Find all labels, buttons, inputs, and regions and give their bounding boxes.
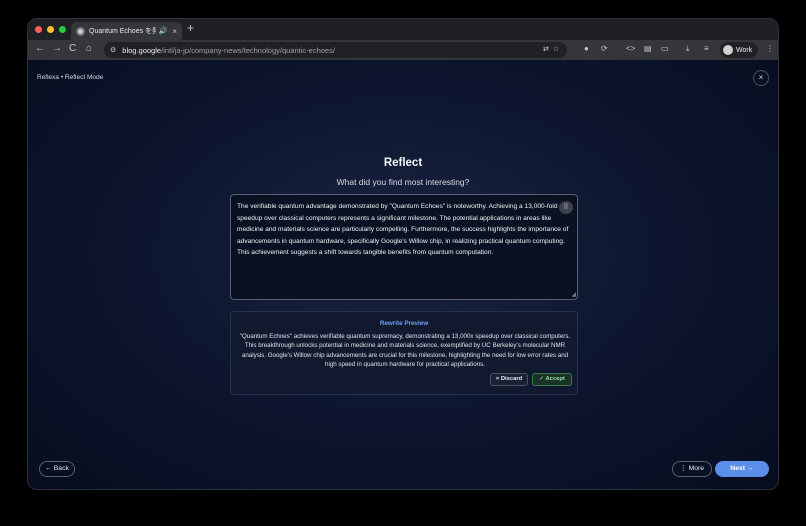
reader-icon[interactable]: ▤	[644, 44, 652, 53]
forward-arrow-icon[interactable]: →	[52, 43, 62, 54]
close-overlay-button[interactable]: ×	[753, 70, 769, 86]
kebab-menu-icon[interactable]: ⋮	[766, 44, 774, 53]
avatar	[723, 45, 733, 55]
new-tab-button[interactable]: +	[187, 21, 194, 35]
more-button[interactable]: ⋮ More	[672, 461, 712, 477]
browser-window: Quantum Echoes を発表… 🔊 × + ← → C ⌂ ⚙ blog…	[27, 18, 779, 490]
tab-close-icon[interactable]: ×	[172, 27, 177, 36]
favicon-icon	[76, 26, 85, 36]
reflection-text: The verifiable quantum advantage demonst…	[237, 203, 569, 256]
tab-title: Quantum Echoes を発表…	[89, 28, 156, 35]
cast-icon[interactable]: ▭	[661, 44, 669, 53]
question-prompt: What did you find most interesting?	[336, 177, 470, 187]
download-icon[interactable]: ⤓	[686, 44, 690, 54]
media-icon[interactable]: ≡	[704, 44, 709, 53]
grip-icon[interactable]: ⠿	[559, 201, 573, 214]
reflect-overlay: Reflexa • Reflect Mode × Reflect What di…	[28, 60, 778, 489]
profile-label: Work	[736, 46, 753, 54]
browser-tab[interactable]: Quantum Echoes を発表… 🔊 ×	[71, 22, 182, 40]
home-icon[interactable]: ⌂	[86, 43, 92, 54]
preview-text: "Quantum Echoes" achieves verifiable qua…	[239, 333, 571, 368]
back-button[interactable]: ← Back	[39, 461, 75, 477]
site-settings-icon[interactable]: ⚙	[110, 46, 116, 54]
url-path: /intl/ja-jp/company-news/technology/quan…	[161, 45, 335, 55]
discard-button[interactable]: × Discard	[490, 373, 528, 386]
close-window-button[interactable]	[35, 26, 42, 33]
preview-title: Rewrite Preview	[379, 320, 429, 327]
resize-handle-icon[interactable]: ◢	[571, 291, 576, 298]
mode-label: Reflexa • Reflect Mode	[37, 74, 104, 81]
browser-toolbar: ← → C ⌂ ⚙ blog.google/intl/ja-jp/company…	[28, 40, 778, 60]
profile-chip[interactable]: Work	[720, 42, 758, 58]
back-arrow-icon[interactable]: ←	[35, 43, 45, 54]
reload-icon[interactable]: C	[69, 43, 76, 54]
translate-bookmark-icons[interactable]: ⇄ ☆	[543, 45, 559, 53]
sync-icon[interactable]: ⟳	[601, 44, 608, 53]
reflection-textarea[interactable]: The verifiable quantum advantage demonst…	[230, 194, 578, 300]
minimize-window-button[interactable]	[47, 26, 54, 33]
address-bar[interactable]: ⚙ blog.google/intl/ja-jp/company-news/te…	[104, 42, 567, 58]
speaker-icon[interactable]: 🔊	[159, 27, 168, 35]
next-button[interactable]: Next →	[715, 461, 769, 477]
accept-button[interactable]: ✓ Accept	[532, 373, 572, 386]
maximize-window-button[interactable]	[59, 26, 66, 33]
rewrite-preview-card: Rewrite Preview "Quantum Echoes" achieve…	[230, 311, 578, 395]
url-host: blog.google	[122, 45, 162, 55]
code-icon[interactable]: <>	[626, 44, 635, 53]
page-title: Reflect	[383, 157, 423, 169]
extension-icon[interactable]: ●	[584, 44, 589, 53]
tab-bar: Quantum Echoes を発表… 🔊 × +	[28, 19, 778, 40]
